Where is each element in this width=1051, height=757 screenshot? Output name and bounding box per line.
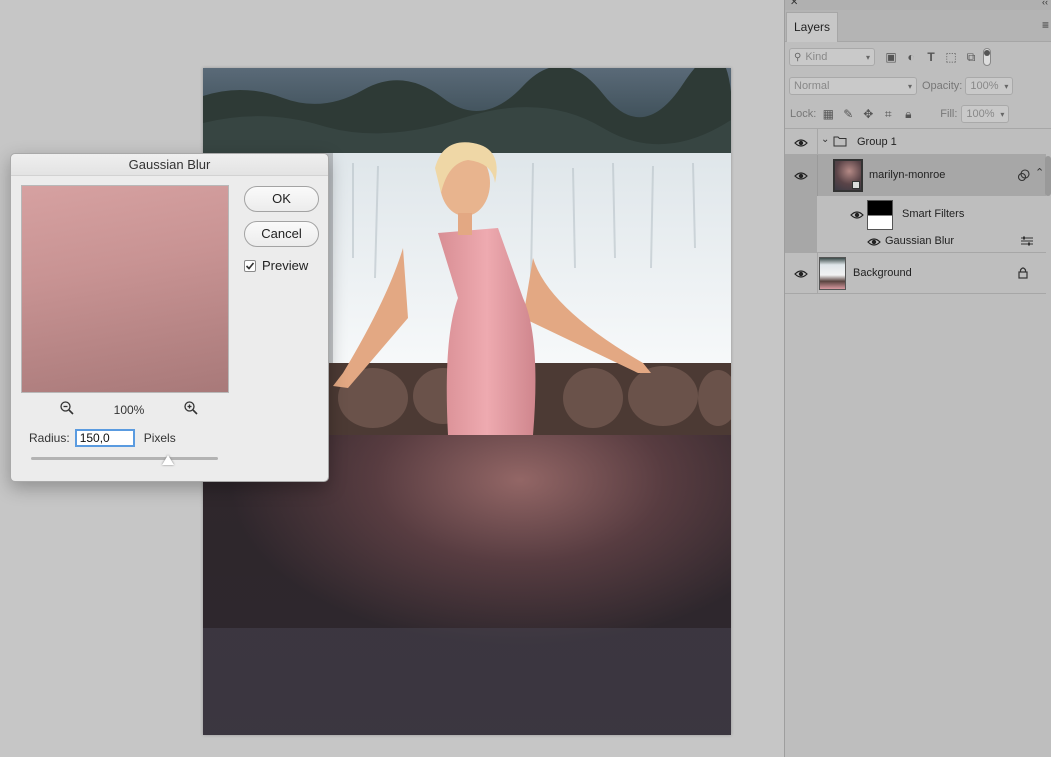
radius-unit-label: Pixels: [143, 431, 176, 445]
chevron-down-icon: ▾: [1000, 109, 1005, 119]
layer-smart-filters[interactable]: Smart Filters: [785, 196, 1046, 252]
chevron-down-icon[interactable]: ⌄: [821, 134, 829, 145]
pixel-layer-filter-icon[interactable]: ▣: [881, 50, 901, 64]
panel-menu-icon[interactable]: ≡: [1042, 18, 1049, 32]
eye-icon[interactable]: [850, 208, 864, 222]
lock-row: Lock: ▦ ✎ ✥ ⌗ 🔒︎ Fill: 100% ▾: [785, 105, 1051, 123]
shape-layer-filter-icon[interactable]: ⬚: [941, 50, 961, 64]
adjustment-layer-filter-icon[interactable]: ◐: [901, 50, 921, 64]
blur-preview-pane[interactable]: [21, 185, 229, 393]
opacity-label: Opacity:: [922, 80, 963, 92]
smart-object-filter-icon[interactable]: ⧉: [961, 50, 981, 65]
cancel-button[interactable]: Cancel: [244, 221, 319, 247]
zoom-out-icon[interactable]: [59, 400, 75, 419]
radius-slider-thumb[interactable]: [162, 455, 175, 465]
eye-icon[interactable]: [794, 136, 808, 150]
filter-toggle-icon[interactable]: [983, 48, 991, 66]
eye-icon[interactable]: [867, 235, 881, 249]
fill-value: 100%: [966, 108, 995, 120]
close-panel-icon[interactable]: ✕: [790, 0, 798, 8]
layer-name: marilyn-monroe: [869, 169, 946, 181]
layer-thumbnail: [833, 159, 863, 192]
layer-filter-row: ⚲ Kind ▾ ▣ ◐ T ⬚ ⧉: [785, 48, 1051, 66]
layers-panel: ✕ ‹‹ Layers ≡ ⚲ Kind ▾ ▣ ◐ T ⬚ ⧉ Normal …: [784, 0, 1051, 757]
folder-icon: [833, 135, 847, 150]
filter-mask-thumbnail[interactable]: [867, 200, 893, 230]
smart-filters-label: Smart Filters: [902, 208, 965, 220]
zoom-level: 100%: [113, 402, 145, 417]
radius-slider[interactable]: [31, 455, 218, 465]
filter-blending-options-icon[interactable]: [1020, 235, 1034, 250]
lock-artboard-icon[interactable]: ⌗: [878, 107, 898, 122]
panel-tabs: Layers ≡: [785, 10, 1051, 42]
preview-checkbox[interactable]: [244, 259, 256, 272]
lock-position-icon[interactable]: ✥: [858, 107, 878, 121]
layer-group-1[interactable]: ⌄ Group 1: [785, 129, 1046, 155]
layer-background[interactable]: Background: [785, 253, 1046, 294]
filter-kind-select[interactable]: ⚲ Kind ▾: [789, 48, 875, 66]
gaussian-blur-dialog: Gaussian Blur OK Cancel Preview 100% Rad…: [10, 153, 329, 482]
search-icon: ⚲: [794, 51, 802, 63]
smart-filter-badge-icon: [1017, 168, 1031, 185]
preview-checkbox-row[interactable]: Preview: [244, 258, 308, 273]
lock-image-pixels-icon[interactable]: ✎: [838, 107, 858, 121]
fill-label: Fill:: [940, 108, 958, 120]
eye-icon[interactable]: [794, 267, 808, 281]
fill-field[interactable]: 100% ▾: [961, 105, 1010, 123]
layer-marilyn-monroe[interactable]: marilyn-monroe ⌃: [785, 155, 1046, 196]
type-layer-filter-icon[interactable]: T: [921, 50, 941, 64]
opacity-field[interactable]: 100% ▾: [965, 77, 1014, 95]
filter-kind-value: Kind: [805, 51, 828, 63]
radius-row: Radius: Pixels: [29, 429, 176, 447]
lock-transparent-pixels-icon[interactable]: ▦: [818, 107, 838, 121]
ok-button[interactable]: OK: [244, 186, 319, 212]
layer-thumbnail: [819, 257, 846, 290]
dialog-title[interactable]: Gaussian Blur: [11, 154, 328, 176]
chevron-up-icon[interactable]: ⌃: [1035, 166, 1044, 179]
layer-name: Background: [853, 267, 912, 279]
tab-layers[interactable]: Layers: [786, 12, 838, 42]
layer-name: Group 1: [857, 136, 897, 148]
eye-icon[interactable]: [794, 169, 808, 183]
filter-name: Gaussian Blur: [885, 235, 955, 247]
preview-label: Preview: [262, 258, 309, 273]
chevron-down-icon: ▾: [907, 81, 912, 91]
zoom-controls: 100%: [59, 400, 199, 419]
opacity-value: 100%: [970, 80, 999, 92]
smart-object-icon: [852, 181, 860, 189]
checkmark-icon: [245, 261, 255, 270]
chevron-down-icon: ▾: [865, 52, 870, 62]
panel-header-strip: ✕ ‹‹: [785, 0, 1051, 10]
panel-scrollbar[interactable]: [1045, 130, 1051, 250]
lock-label: Lock:: [790, 108, 817, 120]
lock-icon: [1017, 266, 1029, 282]
lock-all-icon[interactable]: 🔒︎: [898, 107, 918, 122]
zoom-in-icon[interactable]: [183, 400, 199, 419]
radius-input[interactable]: [74, 429, 135, 447]
collapse-panel-icon[interactable]: ‹‹: [1042, 0, 1048, 7]
blend-mode-value: Normal: [794, 80, 830, 92]
blend-mode-select[interactable]: Normal ▾: [789, 77, 917, 95]
radius-label: Radius:: [29, 431, 70, 445]
blend-row: Normal ▾ Opacity: 100% ▾: [785, 77, 1051, 95]
filter-gaussian-blur[interactable]: Gaussian Blur: [785, 230, 1046, 253]
chevron-down-icon: ▾: [1004, 81, 1009, 91]
